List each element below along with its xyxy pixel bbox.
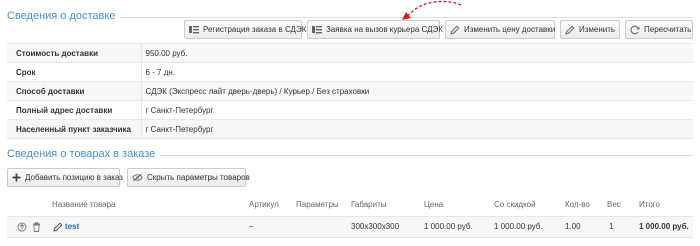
courier-request-button[interactable]: Заявка на вызов курьера СДЭК: [307, 20, 443, 39]
register-order-button[interactable]: Регистрация заказа в СДЭК: [184, 20, 306, 39]
hide-params-label: Скрыть параметры товаров: [147, 173, 250, 182]
pencil-icon: [565, 24, 575, 35]
col-header-article: Артикул: [249, 200, 279, 209]
products-grid-header: Название товара Артикул Параметры Габари…: [0, 200, 700, 212]
delivery-info-table: Стоимость доставки 950.00 руб. Срок 6 - …: [7, 43, 693, 139]
col-header-price: Цена: [424, 200, 444, 209]
info-row-term: Срок 6 - 7 дн.: [7, 62, 693, 82]
info-label: Населенный пункт заказчика: [7, 119, 142, 139]
product-weight: 1: [609, 222, 614, 231]
product-dims: 300x300x300: [351, 222, 400, 231]
info-value: 6 - 7 дн.: [141, 62, 693, 82]
info-label: Стоимость доставки: [7, 43, 142, 63]
col-header-total: Итого: [639, 200, 660, 209]
recalc-icon: [630, 24, 640, 35]
col-header-dims: Габариты: [351, 200, 387, 209]
product-total: 1 000.00 руб.: [639, 222, 689, 231]
add-position-button[interactable]: Добавить позицию в заказ: [7, 168, 123, 187]
register-icon: [189, 24, 199, 35]
col-header-params: Параметры: [296, 200, 339, 209]
pencil-icon: [450, 24, 460, 35]
recalculate-label: Пересчитать: [644, 25, 692, 34]
product-qty: 1.00: [565, 222, 581, 231]
info-label: Способ доставки: [7, 81, 142, 101]
info-label: Полный адрес доставки: [7, 100, 142, 120]
courier-icon: [312, 24, 322, 35]
products-section-title: Сведения о товарах в заказе: [7, 148, 156, 160]
trash-icon[interactable]: [31, 222, 41, 232]
info-value: СДЭК (Экспресс лайт дверь-дверь) / Курье…: [141, 81, 693, 101]
info-value: 950.00 руб.: [141, 43, 693, 63]
info-row-cost: Стоимость доставки 950.00 руб.: [7, 43, 693, 63]
info-value: г Санкт-Петербург: [141, 119, 693, 139]
edit-label: Изменить: [579, 25, 616, 34]
plus-icon: [12, 172, 21, 183]
info-row-locality: Населенный пункт заказчика г Санкт-Петер…: [7, 119, 693, 139]
product-discount-price: 1 000.00 руб.: [494, 222, 543, 231]
info-label: Срок: [7, 62, 142, 82]
col-header-weight: Вес: [607, 200, 621, 209]
eye-slash-icon: [132, 172, 143, 183]
product-price: 1 000.00 руб.: [424, 222, 473, 231]
col-header-name: Название товара: [52, 200, 116, 209]
col-header-qty: Кол-во: [565, 200, 590, 209]
change-price-button[interactable]: Изменить цену доставки: [445, 20, 555, 39]
delivery-section-title: Сведения о доставке: [7, 10, 116, 22]
hide-params-button[interactable]: Скрыть параметры товаров: [127, 168, 250, 187]
info-row-method: Способ доставки СДЭК (Экспресс лайт двер…: [7, 81, 693, 101]
table-row: [7, 216, 693, 238]
product-article: –: [249, 222, 254, 231]
register-order-label: Регистрация заказа в СДЭК: [203, 25, 307, 34]
recalculate-button[interactable]: Пересчитать: [625, 20, 693, 39]
courier-request-label: Заявка на вызов курьера СДЭК: [326, 25, 443, 34]
change-price-label: Изменить цену доставки: [464, 25, 556, 34]
col-header-discount: Со скидкой: [494, 200, 536, 209]
info-value: г Санкт-Петербург: [141, 100, 693, 120]
product-name-link[interactable]: test: [65, 222, 79, 231]
info-row-address: Полный адрес доставки г Санкт-Петербург: [7, 100, 693, 120]
move-icon[interactable]: [17, 222, 27, 232]
products-section-divider: [160, 155, 693, 156]
add-position-label: Добавить позицию в заказ: [25, 173, 123, 182]
edit-button[interactable]: Изменить: [560, 20, 620, 39]
pencil-icon[interactable]: [53, 222, 63, 232]
